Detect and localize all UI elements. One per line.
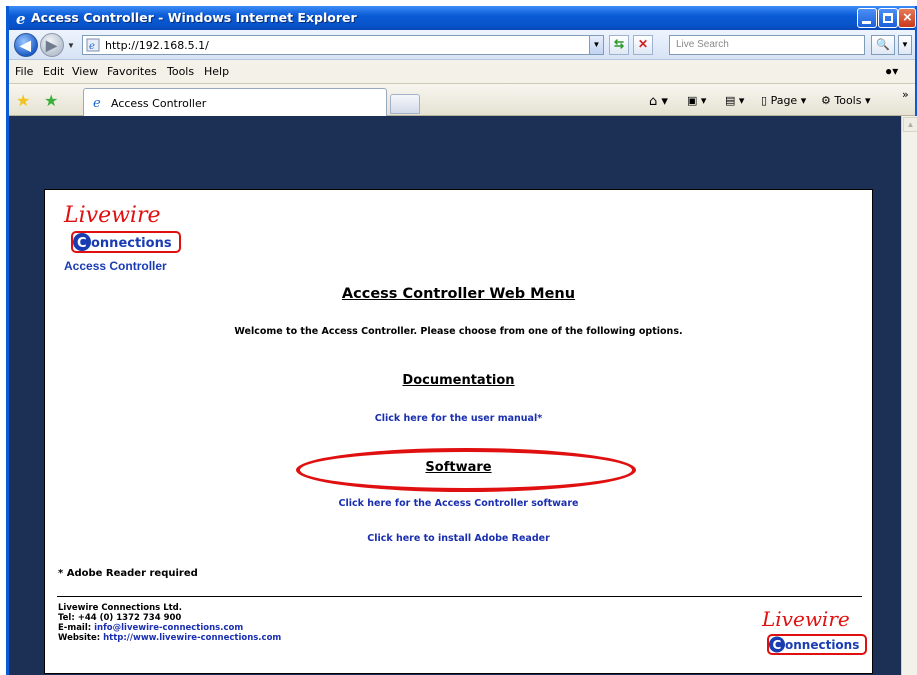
menu-help[interactable]: Help <box>204 65 229 78</box>
ie-icon: e <box>16 10 26 26</box>
documentation-heading: Documentation <box>402 373 515 388</box>
home-icon[interactable]: ⌂ ▾ <box>649 94 668 109</box>
svg-text:e: e <box>16 10 26 26</box>
favorites-star-icon[interactable]: ★ <box>16 91 30 111</box>
footer-email-link[interactable]: info@livewire-connections.com <box>94 623 243 633</box>
footer-email-label: E-mail: <box>58 623 95 633</box>
site-subtitle: Access Controller <box>64 259 167 273</box>
forward-arrow-icon: ▶ <box>46 37 57 53</box>
welcome-text: Welcome to the Access Controller. Please… <box>234 326 683 337</box>
tab-bar: ★ ★ e Access Controller ⌂ ▾ ▣ ▾ ▤ ▾ ▯ Pa… <box>9 84 915 116</box>
page-menu-label: Page <box>770 94 798 107</box>
svg-text:C: C <box>773 638 782 652</box>
menu-favorites[interactable]: Favorites <box>107 65 157 78</box>
print-icon[interactable]: ▤ ▾ <box>725 94 744 107</box>
search-options-button[interactable]: ▼ <box>898 35 912 55</box>
menu-view[interactable]: View <box>72 65 98 78</box>
chevron-right-icon[interactable]: » <box>902 88 909 101</box>
refresh-icon: ⇆ <box>613 37 625 51</box>
menu-tools[interactable]: Tools <box>167 65 194 78</box>
svg-text:e: e <box>93 96 101 109</box>
maximize-button[interactable] <box>878 8 898 28</box>
page-title: Access Controller Web Menu <box>341 286 576 302</box>
livewire-logo: Livewire C onnections <box>63 203 181 253</box>
stop-icon: ✕ <box>637 37 649 51</box>
svg-text:Livewire: Livewire <box>63 203 161 228</box>
minimize-button[interactable] <box>857 8 877 28</box>
tab-access-controller[interactable]: e Access Controller <box>83 88 387 116</box>
tools-menu-button[interactable]: ⚙ Tools ▾ <box>821 94 871 107</box>
url-text: http://192.168.5.1/ <box>105 39 209 52</box>
page-menu-button[interactable]: ▯ Page ▾ <box>761 94 806 107</box>
menu-file[interactable]: File <box>15 65 33 78</box>
svg-text:onnections: onnections <box>785 638 859 652</box>
menu-bar: File Edit View Favorites Tools Help ●▾ <box>9 60 915 84</box>
footer-website-link[interactable]: http://www.livewire-connections.com <box>103 633 281 643</box>
url-dropdown-button[interactable]: ▼ <box>589 35 604 55</box>
messenger-icon[interactable]: ●▾ <box>885 64 898 78</box>
back-button[interactable]: ◀ <box>14 33 38 57</box>
search-input[interactable]: Live Search <box>669 35 865 55</box>
back-arrow-icon: ◀ <box>20 37 31 53</box>
svg-text:C: C <box>77 236 87 251</box>
menu-edit[interactable]: Edit <box>43 65 64 78</box>
footer-company: Livewire Connections Ltd. <box>58 603 182 613</box>
adobe-reader-link[interactable]: Click here to install Adobe Reader <box>45 533 872 544</box>
footer-livewire-logo: Livewire C onnections <box>761 607 867 655</box>
new-tab-button[interactable] <box>390 94 420 114</box>
software-link[interactable]: Click here for the Access Controller sof… <box>45 498 872 509</box>
svg-text:onnections: onnections <box>91 236 172 251</box>
forward-button[interactable]: ▶ <box>40 33 64 57</box>
page-icon: e <box>86 38 100 52</box>
window-title: Access Controller - Windows Internet Exp… <box>31 10 357 25</box>
page-viewport: Livewire C onnections Access Controller … <box>9 116 901 675</box>
close-button[interactable]: × <box>898 8 916 28</box>
svg-text:Livewire: Livewire <box>761 607 850 631</box>
svg-text:e: e <box>89 41 95 52</box>
history-dropdown-icon[interactable]: ▼ <box>67 41 75 50</box>
footer-divider <box>57 596 862 597</box>
url-field[interactable]: e http://192.168.5.1/ <box>82 35 604 55</box>
feeds-icon[interactable]: ▣ ▾ <box>687 94 706 107</box>
refresh-button[interactable]: ⇆ <box>609 35 629 55</box>
browser-window: e Access Controller - Windows Internet E… <box>6 6 917 675</box>
footer-tel: Tel: +44 (0) 1372 734 900 <box>58 613 182 623</box>
add-favorite-icon[interactable]: ★ <box>44 91 58 111</box>
adobe-note: * Adobe Reader required <box>58 568 198 579</box>
footer-website-label: Website: <box>58 633 104 643</box>
address-bar: ◀ ▶ ▼ e http://192.168.5.1/ ▼ ⇆ ✕ Live S… <box>9 30 915 60</box>
tools-menu-label: Tools <box>834 94 862 107</box>
software-heading: Software <box>425 460 492 475</box>
vertical-scrollbar[interactable]: ▲ <box>901 116 917 675</box>
web-page: Livewire C onnections Access Controller … <box>44 189 873 674</box>
tab-label: Access Controller <box>111 97 207 110</box>
title-bar: e Access Controller - Windows Internet E… <box>9 6 916 30</box>
scroll-up-button[interactable]: ▲ <box>903 117 917 132</box>
user-manual-link[interactable]: Click here for the user manual* <box>45 413 872 424</box>
footer-info: Livewire Connections Ltd. Tel: +44 (0) 1… <box>58 603 281 643</box>
search-icon: 🔍 <box>876 39 890 51</box>
search-button[interactable]: 🔍 <box>871 35 895 55</box>
ie-icon: e <box>93 96 101 109</box>
stop-button[interactable]: ✕ <box>633 35 653 55</box>
